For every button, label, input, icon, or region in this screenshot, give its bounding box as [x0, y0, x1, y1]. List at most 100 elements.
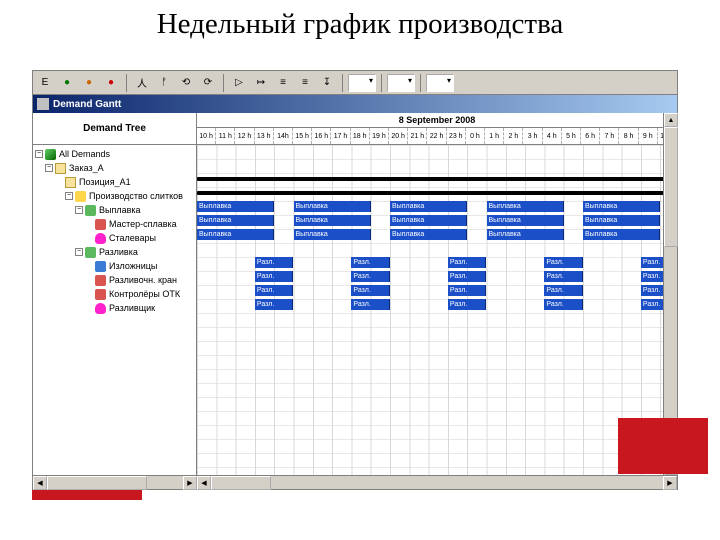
toolbar-button[interactable]: 人	[132, 73, 152, 93]
scroll-h-thumb-right[interactable]	[211, 476, 271, 490]
gantt-bar[interactable]: Разл.	[351, 285, 390, 296]
toolbar-button[interactable]: ▷	[229, 73, 249, 93]
tree-row[interactable]: −Выплавка	[35, 203, 194, 217]
gantt-bar[interactable]: Разл.	[544, 285, 583, 296]
summary-bar[interactable]	[197, 177, 677, 181]
tree-row[interactable]: Разливщик	[35, 301, 194, 315]
hour-cell: 23 h	[447, 128, 466, 144]
tree-row[interactable]: −All Demands	[35, 147, 194, 161]
gantt-bar[interactable]: Разл.	[448, 257, 487, 268]
toolbar-button[interactable]: E	[35, 73, 55, 93]
hour-cell: 9 h	[639, 128, 658, 144]
tree-node-icon	[95, 233, 106, 244]
scroll-h-thumb-left[interactable]	[47, 476, 147, 490]
expand-toggle[interactable]: −	[45, 164, 53, 172]
gantt-bar[interactable]: Выплавка	[487, 229, 564, 240]
hour-cell: 10 h	[197, 128, 216, 144]
toolbar-button[interactable]: ●	[79, 73, 99, 93]
gantt-bar[interactable]: Выплавка	[487, 201, 564, 212]
toolbar-button[interactable]: ↧	[317, 73, 337, 93]
hour-cell: 16 h	[312, 128, 331, 144]
expand-toggle[interactable]: −	[35, 150, 43, 158]
tree-row[interactable]: Мастер-сплавка	[35, 217, 194, 231]
gantt-bar[interactable]: Разл.	[255, 299, 294, 310]
toolbar-button[interactable]: ●	[101, 73, 121, 93]
tree-node-label: Контролёры ОТК	[109, 287, 180, 301]
tree-row[interactable]: − Разливка	[35, 245, 194, 259]
gantt-bar[interactable]: Выплавка	[583, 229, 660, 240]
tree-row[interactable]: Изложницы	[35, 259, 194, 273]
toolbar-button[interactable]: ⟳	[198, 73, 218, 93]
tree-row[interactable]: Сталевары	[35, 231, 194, 245]
expand-toggle[interactable]: −	[75, 248, 83, 256]
hour-cell: 1 h	[485, 128, 504, 144]
gantt-bar[interactable]: Выплавка	[583, 215, 660, 226]
gantt-bar[interactable]: Разл.	[351, 257, 390, 268]
gantt-bar[interactable]: Разл.	[255, 271, 294, 282]
gantt-bar[interactable]: Разл.	[544, 271, 583, 282]
scroll-right-button[interactable]: ▶	[663, 476, 677, 490]
gantt-bar[interactable]: Выплавка	[294, 215, 371, 226]
scroll-left-button[interactable]: ◀	[33, 476, 47, 490]
gantt-bar[interactable]: Разл.	[351, 271, 390, 282]
tree-node-icon	[85, 247, 96, 258]
tree-node-label: Производство слитков	[89, 189, 183, 203]
scroll-right-button[interactable]: ▶	[183, 476, 197, 490]
gantt-bar[interactable]: Разл.	[448, 299, 487, 310]
tree-row[interactable]: Позиция_A1	[35, 175, 194, 189]
gantt-bar[interactable]: Выплавка	[197, 215, 274, 226]
tree-row[interactable]: − Производство слитков	[35, 189, 194, 203]
gantt-bar[interactable]: Разл.	[255, 285, 294, 296]
hour-cell: 21 h	[408, 128, 427, 144]
gantt-bar[interactable]: Разл.	[448, 271, 487, 282]
scroll-v-thumb[interactable]	[664, 127, 678, 247]
gantt-bar[interactable]: Выплавка	[197, 229, 274, 240]
gantt-grid[interactable]: 8 September 2008 10 h11 h12 h13 h14h15 h…	[197, 113, 677, 475]
gantt-bar[interactable]: Выплавка	[197, 201, 274, 212]
toolbar-button[interactable]: ●	[57, 73, 77, 93]
gantt-bar[interactable]: Разл.	[255, 257, 294, 268]
toolbar-select[interactable]	[426, 74, 454, 92]
hour-cell: 19 h	[370, 128, 389, 144]
gantt-bar[interactable]: Разл.	[544, 299, 583, 310]
toolbar-select[interactable]	[387, 74, 415, 92]
gantt-bar[interactable]: Разл.	[448, 285, 487, 296]
toolbar-button[interactable]: ↦	[251, 73, 271, 93]
demand-tree[interactable]: −All Demands−Заказ_AПозиция_A1−Производс…	[33, 145, 196, 317]
red-accent-right	[618, 418, 708, 474]
gantt-bar[interactable]: Выплавка	[390, 201, 467, 212]
gantt-bar[interactable]: Разл.	[544, 257, 583, 268]
scroll-up-button[interactable]: ▲	[664, 113, 678, 127]
gantt-bar[interactable]: Выплавка	[487, 215, 564, 226]
toolbar-select[interactable]	[348, 74, 376, 92]
hour-cell: 11 h	[216, 128, 235, 144]
tree-node-icon	[55, 163, 66, 174]
toolbar-button[interactable]: ≡	[273, 73, 293, 93]
toolbar-button[interactable]: ≡	[295, 73, 315, 93]
tree-row[interactable]: Разливочн. кран	[35, 273, 194, 287]
gantt-bar[interactable]: Выплавка	[390, 229, 467, 240]
summary-bar[interactable]	[197, 191, 677, 195]
tree-hscroll[interactable]: ◀ ▶	[33, 476, 197, 490]
grid-hscroll[interactable]: ◀ ▶	[197, 476, 677, 490]
window-icon	[37, 98, 49, 110]
toolbar-button[interactable]: ᚠ	[154, 73, 174, 93]
toolbar-button[interactable]: ⟲	[176, 73, 196, 93]
gantt-bar[interactable]: Выплавка	[390, 215, 467, 226]
app-window: E●●●人ᚠ⟲⟳▷↦≡≡↧ Demand Gantt Demand Tree −…	[32, 70, 678, 490]
gantt-bar[interactable]: Выплавка	[294, 201, 371, 212]
expand-toggle[interactable]: −	[65, 192, 73, 200]
gantt-bar[interactable]: Выплавка	[294, 229, 371, 240]
tree-row[interactable]: Контролёры ОТК	[35, 287, 194, 301]
tree-node-icon	[65, 177, 76, 188]
scroll-left-button[interactable]: ◀	[197, 476, 211, 490]
tree-node-icon	[75, 191, 86, 202]
tree-node-label: Разливка	[99, 245, 138, 259]
expand-toggle[interactable]: −	[75, 206, 83, 214]
hour-cell: 20 h	[389, 128, 408, 144]
tree-row[interactable]: −Заказ_A	[35, 161, 194, 175]
gantt-bar[interactable]: Разл.	[351, 299, 390, 310]
tree-node-label: Разливочн. кран	[109, 273, 177, 287]
grid-body[interactable]: Выплавка Выплавка Выплавка Выплавка Выплавка…	[197, 145, 677, 475]
gantt-bar[interactable]: Выплавка	[583, 201, 660, 212]
